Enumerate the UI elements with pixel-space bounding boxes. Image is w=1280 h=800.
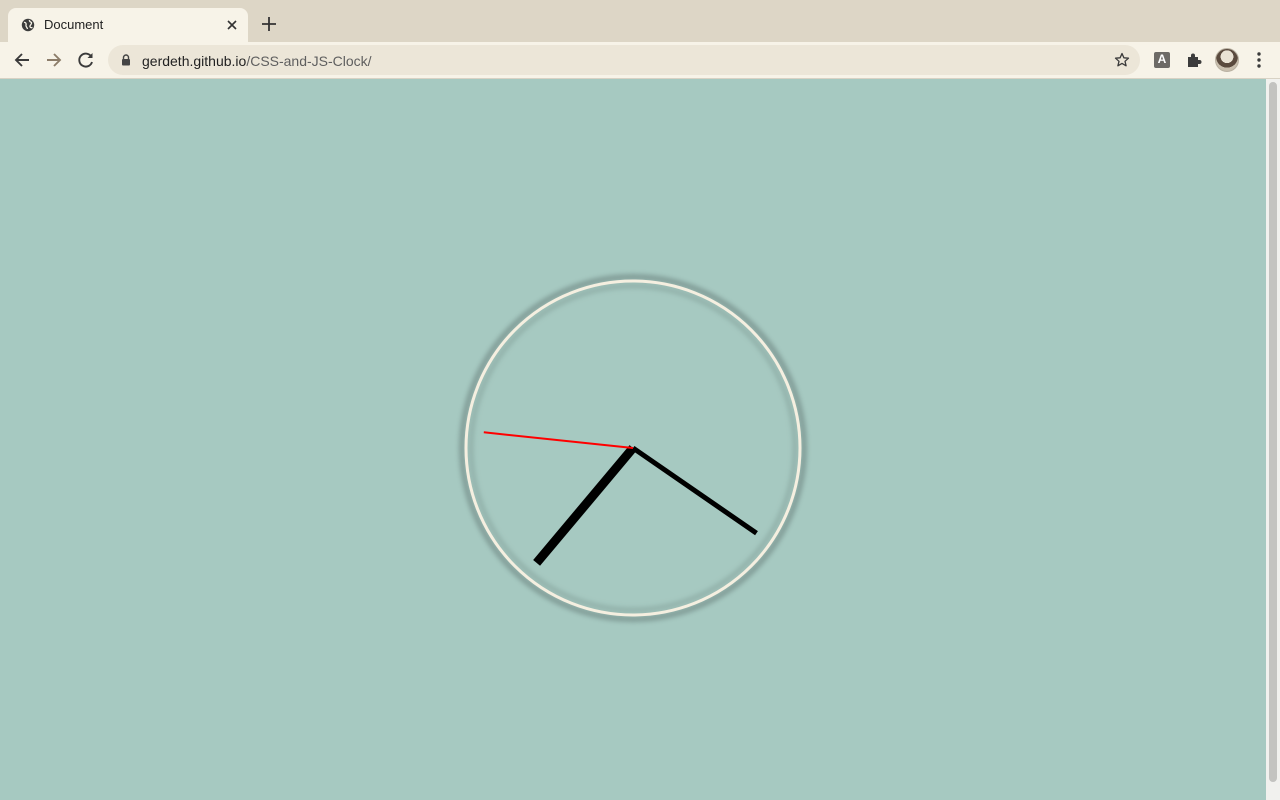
tab-title: Document <box>44 17 104 32</box>
vertical-scrollbar[interactable] <box>1266 79 1280 800</box>
translate-extension-icon[interactable]: A <box>1153 51 1171 69</box>
tab-strip: Document <box>0 0 1280 42</box>
extension-badge-letter: A <box>1157 52 1167 66</box>
scrollbar-thumb[interactable] <box>1269 82 1277 782</box>
globe-icon <box>21 18 35 32</box>
close-icon[interactable] <box>225 18 239 32</box>
address-bar[interactable]: gerdeth.github.io/CSS-and-JS-Clock/ <box>108 45 1140 75</box>
url-path: /CSS-and-JS-Clock/ <box>246 53 372 69</box>
minute-hand <box>631 445 758 536</box>
forward-arrow-icon[interactable] <box>44 50 64 70</box>
second-hand <box>483 431 634 449</box>
clock <box>459 274 807 622</box>
browser-toolbar: gerdeth.github.io/CSS-and-JS-Clock/ A <box>0 42 1280 79</box>
more-menu-icon[interactable] <box>1250 50 1268 70</box>
hour-hand <box>533 445 637 566</box>
new-tab-plus-icon[interactable] <box>260 15 278 33</box>
page-viewport <box>0 79 1266 800</box>
tab-document[interactable]: Document <box>8 8 248 42</box>
url-text[interactable]: gerdeth.github.io/CSS-and-JS-Clock/ <box>142 53 372 69</box>
back-arrow-icon[interactable] <box>12 50 32 70</box>
url-host: gerdeth.github.io <box>142 53 247 69</box>
bookmark-star-icon[interactable] <box>1114 52 1130 68</box>
reload-icon[interactable] <box>76 50 96 70</box>
extensions-puzzle-icon[interactable] <box>1185 51 1203 69</box>
profile-avatar[interactable] <box>1215 48 1239 72</box>
lock-icon[interactable] <box>121 54 131 66</box>
